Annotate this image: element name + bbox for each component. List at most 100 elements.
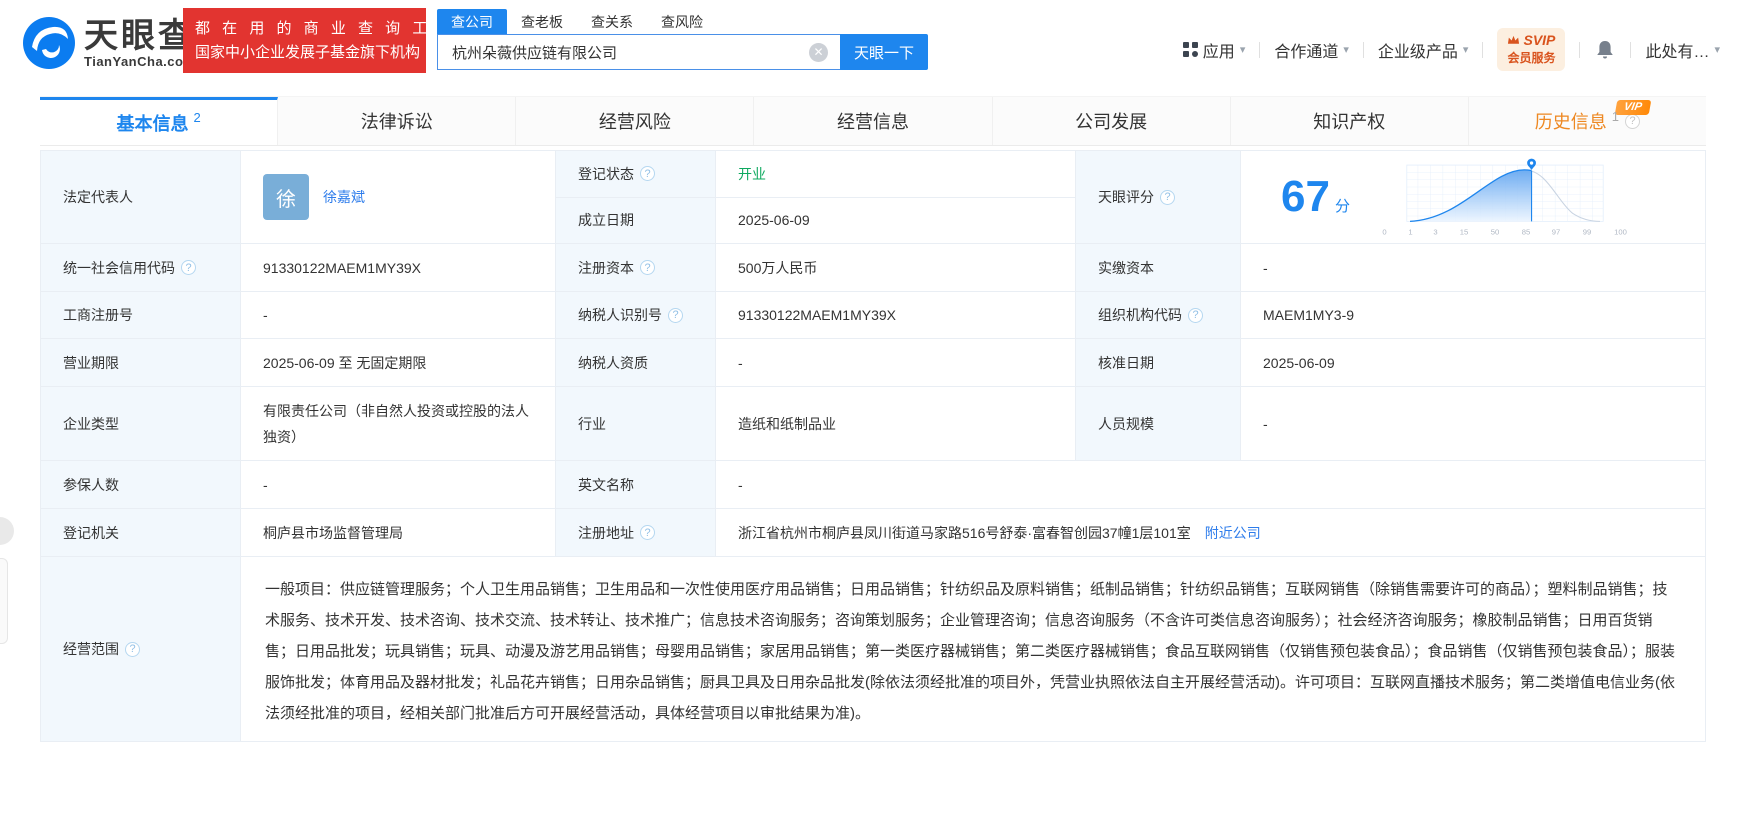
tab-legal-proceedings[interactable]: 法律诉讼	[278, 97, 517, 145]
top-header: 天眼查 TianYanCha.com 都 在 用 的 商 业 查 询 工 具 国…	[0, 0, 1746, 90]
company-type-value: 有限责任公司（非自然人投资或控股的法人独资）	[241, 387, 556, 460]
tianyancha-logo[interactable]: 天眼查 TianYanCha.com	[22, 16, 196, 70]
table-row: 经营范围 ? 一般项目：供应链管理服务；个人卫生用品销售；卫生用品和一次性使用医…	[41, 557, 1705, 742]
address-label: 注册地址 ?	[556, 509, 716, 556]
nav-partner-label: 合作通道	[1274, 43, 1339, 61]
paid-capital-value: -	[1263, 259, 1268, 276]
taxpayer-id-value: 91330122MAEM1MY39X	[716, 292, 1076, 338]
notification-bell-icon[interactable]	[1594, 39, 1616, 61]
divider	[1482, 41, 1484, 58]
business-term-value: 2025-06-09 至 无固定期限	[241, 339, 556, 386]
user-menu[interactable]: 此处有… ▾	[1645, 38, 1720, 62]
table-row: 企业类型 有限责任公司（非自然人投资或控股的法人独资） 行业 造纸和纸制品业 人…	[41, 387, 1705, 461]
svip-label: SVIP	[1523, 32, 1556, 48]
english-name-value: -	[738, 476, 743, 493]
tab-basic-info-count: 2	[193, 110, 201, 125]
staff-size-label: 人员规模	[1076, 387, 1241, 460]
help-icon[interactable]: ?	[640, 260, 655, 275]
paid-capital-label: 实缴资本	[1076, 244, 1241, 291]
reg-status-value: 开业	[738, 165, 766, 182]
org-code-label: 组织机构代码 ?	[1076, 292, 1241, 338]
taxpayer-qualification-value: -	[716, 339, 1076, 386]
side-float-bar[interactable]	[0, 558, 8, 644]
tab-basic-info[interactable]: 基本信息 2	[40, 97, 279, 145]
chevron-down-icon: ▾	[1462, 44, 1469, 56]
search-tab-risk[interactable]: 查风险	[647, 9, 717, 34]
establish-date-value: 2025-06-09	[738, 212, 810, 229]
score-distribution-chart[interactable]: 0 1 3 15 50 85 97 99 100	[1380, 157, 1630, 237]
establish-date-label: 成立日期	[556, 197, 716, 243]
nav-apps[interactable]: 应用 ▾	[1182, 38, 1246, 62]
brand-name: 天眼查	[84, 16, 195, 55]
help-icon[interactable]: ?	[125, 641, 140, 657]
company-type-label: 企业类型	[41, 387, 241, 460]
score-axis-ticks: 0 1 3 15 50 85 97 99 100	[1382, 227, 1627, 237]
legal-rep-link[interactable]: 徐嘉斌	[323, 187, 365, 207]
tab-history-info[interactable]: VIP 历史信息 1 ?	[1469, 97, 1706, 145]
help-icon[interactable]: ?	[1625, 113, 1641, 129]
taxpayer-qualification-label: 纳税人资质	[556, 339, 716, 386]
help-icon[interactable]: ?	[640, 166, 655, 182]
uscc-value: 91330122MAEM1MY39X	[241, 244, 556, 291]
divider	[1579, 41, 1581, 58]
side-float-widget[interactable]	[0, 517, 14, 545]
brand-domain: TianYanCha.com	[84, 53, 196, 69]
search-button[interactable]: 天眼一下	[840, 34, 928, 70]
vip-badge: VIP	[1614, 100, 1652, 115]
reg-authority-label: 登记机关	[41, 509, 241, 556]
help-icon[interactable]: ?	[1188, 307, 1203, 323]
table-row: 营业期限 2025-06-09 至 无固定期限 纳税人资质 - 核准日期 202…	[41, 339, 1705, 387]
table-row: 统一社会信用代码 ? 91330122MAEM1MY39X 注册资本 ? 500…	[41, 244, 1705, 292]
divider	[1630, 41, 1632, 58]
industry-value: 造纸和纸制品业	[716, 387, 1076, 460]
app-grid-icon	[1182, 42, 1198, 57]
tab-company-development[interactable]: 公司发展	[993, 97, 1231, 145]
nav-enterprise-products[interactable]: 企业级产品 ▾	[1378, 38, 1469, 62]
legal-rep-value: 徐 徐嘉斌	[241, 151, 556, 243]
biz-reg-no-value: -	[241, 292, 556, 338]
tab-history-count: 1	[1611, 108, 1620, 124]
approval-date-label: 核准日期	[1076, 339, 1241, 386]
crown-icon	[1508, 35, 1520, 44]
table-row: 法定代表人 徐 徐嘉斌 登记状态 ? 开业 成立日期 2025-06-09 天眼…	[41, 151, 1705, 244]
score-unit: 分	[1334, 198, 1350, 215]
nearby-companies-link[interactable]: 附近公司	[1205, 523, 1261, 543]
nav-enterprise-label: 企业级产品	[1377, 43, 1458, 61]
clear-search-icon[interactable]: ✕	[809, 43, 828, 62]
help-icon[interactable]: ?	[181, 260, 196, 275]
search-input[interactable]	[437, 34, 840, 70]
english-name-label: 英文名称	[556, 461, 716, 508]
divider	[1362, 41, 1364, 58]
search-tab-relation[interactable]: 查关系	[577, 9, 647, 34]
chevron-down-icon: ▾	[1714, 44, 1720, 56]
table-row: 登记机关 桐庐县市场监督管理局 注册地址 ? 浙江省杭州市桐庐县凤川街道马家路5…	[41, 509, 1705, 557]
org-code-value: MAEM1MY3-9	[1263, 307, 1355, 323]
search-tab-company[interactable]: 查公司	[437, 9, 507, 34]
business-scope-label: 经营范围 ?	[41, 557, 241, 741]
search-tab-boss[interactable]: 查老板	[507, 9, 577, 34]
section-tabbar: 基本信息 2 法律诉讼 经营风险 经营信息 公司发展 知识产权 VIP 历史信息…	[40, 96, 1706, 146]
search-tabs: 查公司 查老板 查关系 查风险	[437, 9, 928, 34]
nav-apps-label: 应用	[1202, 43, 1235, 61]
tab-operating-risk[interactable]: 经营风险	[516, 97, 755, 145]
avatar[interactable]: 徐	[263, 174, 309, 220]
company-info-table: 法定代表人 徐 徐嘉斌 登记状态 ? 开业 成立日期 2025-06-09 天眼…	[40, 150, 1706, 742]
nav-partner-channel[interactable]: 合作通道 ▾	[1274, 38, 1349, 62]
help-icon[interactable]: ?	[1160, 189, 1175, 205]
help-icon[interactable]: ?	[640, 525, 655, 540]
slogan-banner: 都 在 用 的 商 业 查 询 工 具 国家中小企业发展子基金旗下机构	[183, 8, 459, 73]
search-area: 查公司 查老板 查关系 查风险 天眼一下 ✕	[437, 9, 928, 70]
reg-authority-value: 桐庐县市场监督管理局	[241, 509, 556, 556]
svip-member-badge[interactable]: SVIP 会员服务	[1497, 28, 1566, 71]
score-value-cell: 67 分 0 1 3 15 50 85 97 99 100	[1241, 151, 1705, 243]
header-nav: 应用 ▾ 合作通道 ▾ 企业级产品 ▾ SVIP 会员服务 此处有… ▾	[1182, 28, 1720, 71]
score-curve	[1406, 158, 1604, 223]
chevron-down-icon: ▾	[1239, 44, 1246, 56]
address-value: 浙江省杭州市桐庐县凤川街道马家路516号舒泰·富春智创园37幢1层101室 附近…	[738, 523, 1261, 543]
help-icon[interactable]: ?	[668, 307, 683, 323]
tab-intellectual-property[interactable]: 知识产权	[1231, 97, 1469, 145]
legal-rep-label: 法定代表人	[41, 151, 241, 243]
tab-basic-info-label: 基本信息	[116, 113, 189, 134]
tab-business-info[interactable]: 经营信息	[754, 97, 993, 145]
slogan-line1: 都 在 用 的 商 业 查 询 工 具	[195, 20, 459, 37]
